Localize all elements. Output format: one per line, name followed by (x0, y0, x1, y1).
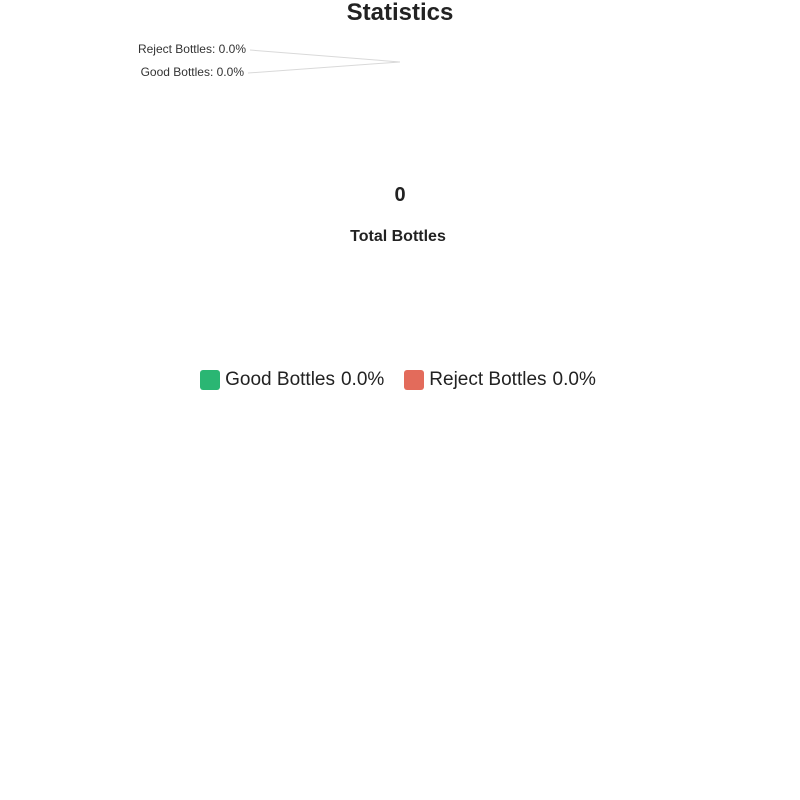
legend-name-reject-bottles: Reject Bottles (429, 369, 547, 390)
callout-layer: Reject Bottles: 0.0% Good Bottles: 0.0% (138, 42, 401, 79)
donut-chart: Reject Bottles: 0.0% Good Bottles: 0.0% (138, 42, 401, 79)
legend-item-good-bottles[interactable]: Good Bottles 0.0% (200, 368, 384, 392)
legend-swatch-reject-bottles (404, 370, 425, 390)
total-value: 0 (394, 184, 406, 206)
legend-label-reject-bottles: Reject Bottles 0.0% (429, 368, 596, 392)
callout-label-reject-bottles: Reject Bottles: 0.0% (138, 42, 246, 56)
chart-legend: Good Bottles 0.0% Reject Bottles 0.0% (0, 368, 796, 392)
callout-label-good-bottles: Good Bottles: 0.0% (141, 65, 245, 79)
total-label: Total Bottles (350, 228, 446, 245)
legend-percent-reject-bottles: 0.0% (552, 369, 596, 390)
callout-line-reject-bottles (249, 49, 401, 63)
legend-item-reject-bottles[interactable]: Reject Bottles 0.0% (404, 368, 596, 392)
legend-percent-good-bottles: 0.0% (340, 369, 385, 390)
legend-name-good-bottles: Good Bottles (225, 369, 335, 390)
legend-swatch-good-bottles (200, 370, 221, 390)
callout-line-good-bottles (247, 61, 401, 74)
legend-label-good-bottles: Good Bottles 0.0% (225, 368, 384, 392)
